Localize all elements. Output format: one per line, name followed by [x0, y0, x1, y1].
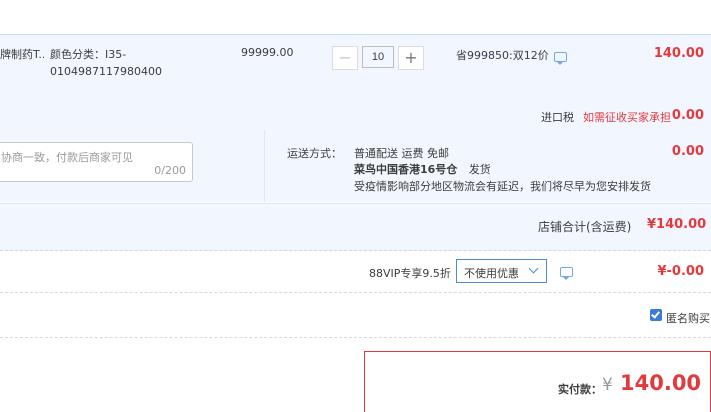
buyer-message-input[interactable]: 协商一致，付款后商家可见 0/200 [0, 142, 193, 182]
discount-select[interactable]: 不使用优惠 [456, 259, 547, 283]
chat-icon[interactable] [554, 52, 567, 65]
chevron-down-icon [528, 263, 539, 274]
payment-box: 实付款： ¥ 140.00 [364, 351, 711, 412]
shipping-label: 运送方式： [287, 147, 342, 160]
tax-info-link[interactable]: 如需征收买家承担 [583, 109, 671, 125]
separator-line [0, 337, 711, 338]
anonymous-label[interactable]: 匿名购买 [666, 310, 710, 326]
store-total-label: 店铺合计(含运费) [538, 220, 632, 234]
quantity-minus-button[interactable]: − [332, 46, 358, 70]
message-counter: 0/200 [154, 164, 186, 177]
tax-label: 进口税 [541, 111, 574, 124]
payment-currency: ¥ [602, 375, 613, 395]
separator-line [0, 292, 711, 293]
discount-select-value: 不使用优惠 [464, 267, 519, 280]
payment-amount: 140.00 [620, 371, 702, 395]
item-subtotal: 140.00 [653, 46, 704, 61]
item-sku: 颜色分类：I35-0104987117980400 [50, 48, 162, 78]
warehouse-name: 菜鸟中国香港16号仓 [354, 163, 458, 176]
vip-discount-amount: ¥-0.00 [657, 264, 704, 279]
item-name[interactable]: 牌制药T... [0, 46, 44, 62]
payment-label: 实付款： [558, 383, 602, 396]
quantity-stepper: − 10 + [332, 46, 424, 70]
promo-text: 省999850:双12价 [456, 49, 549, 62]
message-placeholder: 协商一致，付款后商家可见 [1, 151, 133, 164]
dispatch-text: 发货 [468, 163, 491, 176]
shipping-warehouse: 菜鸟中国香港16号仓 发货 [354, 161, 491, 177]
vip-label: 88VIP专享9.5折 [369, 267, 451, 280]
row-divider [264, 130, 265, 202]
quantity-plus-button[interactable]: + [398, 46, 424, 70]
anonymous-checkbox[interactable] [650, 309, 662, 321]
quantity-input[interactable]: 10 [362, 46, 394, 68]
shipping-method: 普通配送 运费 免邮 [354, 147, 449, 160]
tax-amount: 0.00 [671, 108, 704, 123]
store-total-amount: ¥140.00 [647, 217, 707, 232]
shipping-amount: 0.00 [671, 144, 704, 159]
chat-icon[interactable] [560, 267, 573, 280]
shipping-notice: 受疫情影响部分地区物流会有延迟，我们将尽早为您安排发货 [354, 180, 651, 193]
item-price: 99999.00 [241, 46, 294, 59]
